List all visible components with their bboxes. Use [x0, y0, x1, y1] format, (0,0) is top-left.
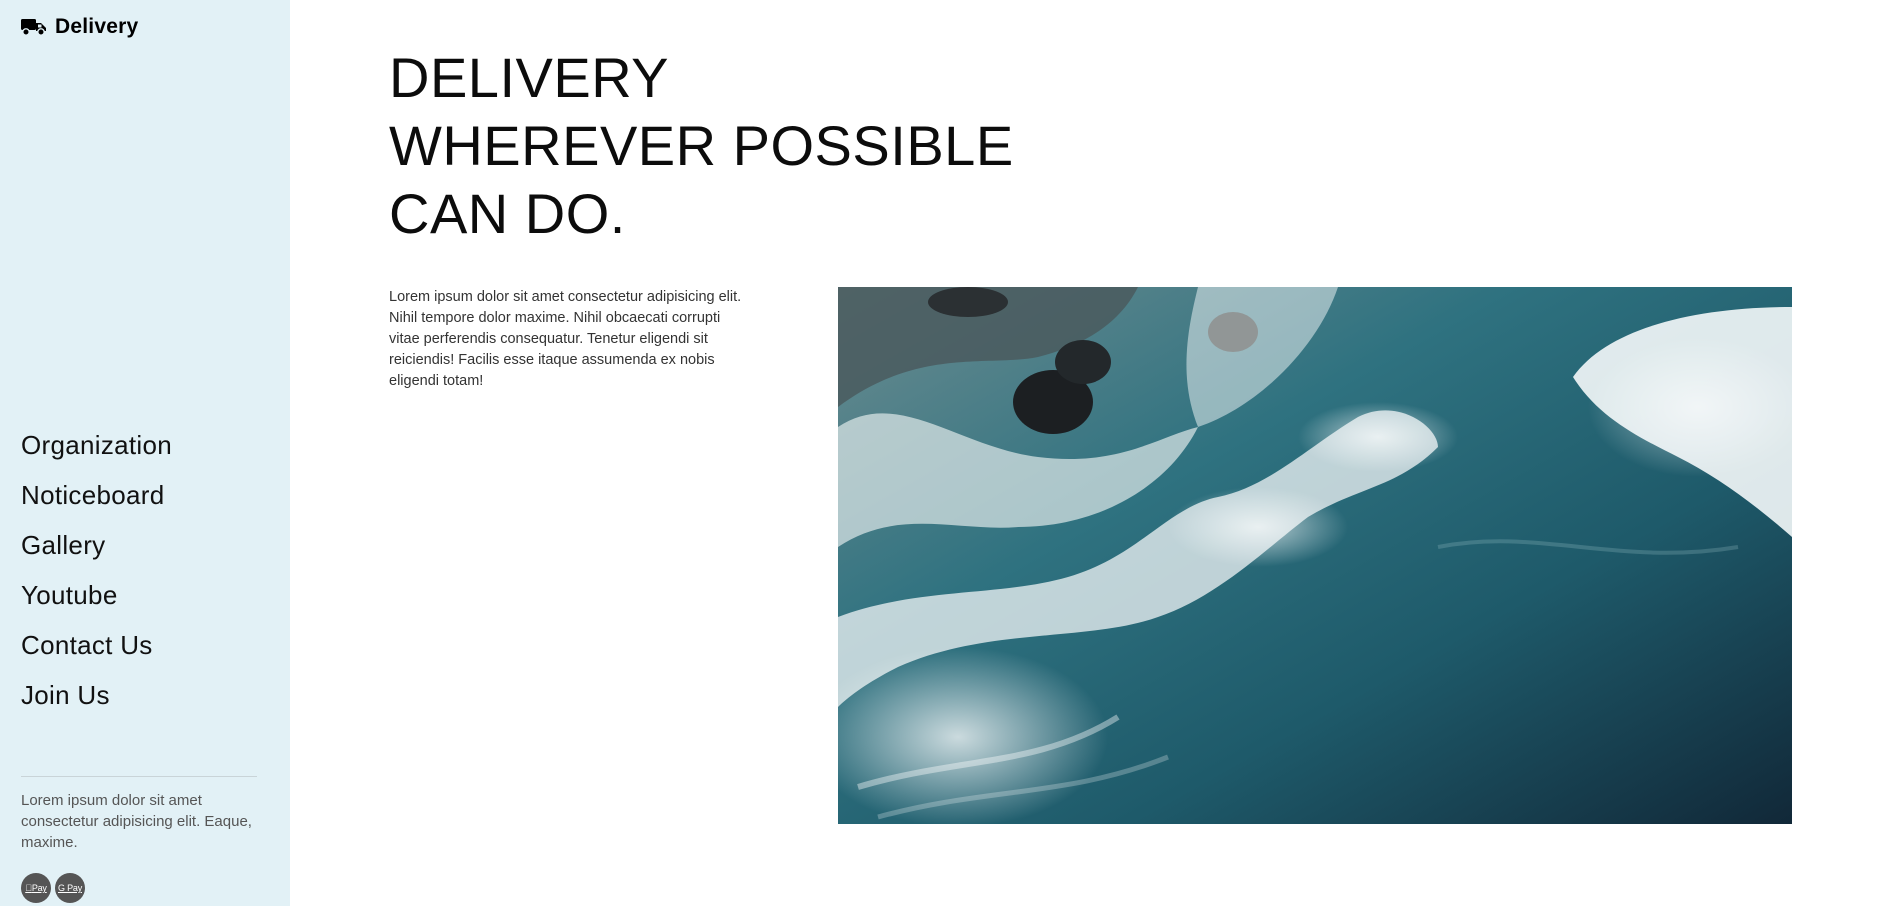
hero-paragraph: Lorem ipsum dolor sit amet consectetur a…: [389, 289, 742, 389]
nav-item-youtube: Youtube: [21, 570, 172, 620]
nav-item-organization: Organization: [21, 420, 172, 470]
apple-pay-label: Pay: [28, 883, 47, 893]
headline-line-2: WHEREVER POSSIBLE: [389, 114, 1014, 177]
nav-item-contact-us: Contact Us: [21, 620, 172, 670]
brand-logo-link[interactable]: Delivery: [21, 15, 138, 39]
sidebar-description: Lorem ipsum dolor sit amet consectetur a…: [21, 792, 252, 851]
hero-headline: DELIVERY WHEREVER POSSIBLE CAN DO.: [389, 44, 1014, 248]
nav-item-gallery: Gallery: [21, 520, 172, 570]
google-pay-label: G Pay: [57, 883, 82, 893]
ocean-waves-illustration: [838, 287, 1792, 824]
nav-link-gallery[interactable]: Gallery: [21, 530, 105, 561]
payment-badges: Pay G Pay: [21, 873, 85, 903]
main-nav: Organization Noticeboard Gallery Youtube…: [21, 420, 172, 720]
sidebar-divider: [21, 776, 257, 777]
headline-line-3: CAN DO.: [389, 182, 626, 245]
google-pay-icon[interactable]: G Pay: [55, 873, 85, 903]
nav-link-youtube[interactable]: Youtube: [21, 580, 118, 611]
apple-pay-icon[interactable]: Pay: [21, 873, 51, 903]
hero-ocean-photo: [838, 287, 1792, 824]
headline-line-1: DELIVERY: [389, 46, 669, 109]
nav-link-noticeboard[interactable]: Noticeboard: [21, 480, 165, 511]
page: Delivery Organization Noticeboard Galler…: [0, 0, 1880, 906]
brand-name: Delivery: [55, 15, 139, 38]
nav-item-noticeboard: Noticeboard: [21, 470, 172, 520]
nav-item-join-us: Join Us: [21, 670, 172, 720]
nav-link-join-us[interactable]: Join Us: [21, 680, 110, 711]
nav-link-contact-us[interactable]: Contact Us: [21, 630, 153, 661]
truck-icon: [21, 19, 46, 36]
nav-link-organization[interactable]: Organization: [21, 430, 172, 461]
sidebar: Delivery Organization Noticeboard Galler…: [0, 0, 290, 906]
